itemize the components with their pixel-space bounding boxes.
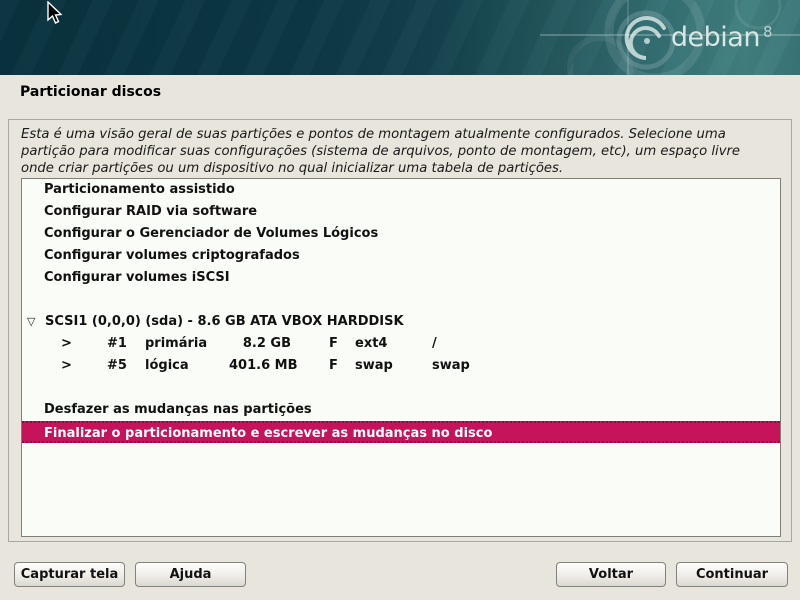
disk-label: SCSI1 (0,0,0) (sda) - 8.6 GB ATA VBOX HA… [45, 314, 404, 329]
debian-version: 8 [763, 23, 772, 41]
partition-size: 8.2 GB [229, 333, 291, 355]
screenshot-button[interactable]: Capturar tela [14, 562, 125, 587]
page-title: Particionar discos [20, 84, 161, 100]
list-item-partition-5[interactable]: >#5lógica401.6 MB Fswapswap [22, 355, 780, 377]
debian-logo-text: debian8 [671, 22, 772, 53]
list-spacer [22, 377, 780, 399]
partition-number: #5 [107, 355, 145, 377]
partition-flag: F [329, 333, 355, 355]
partition-mountpoint: / [432, 333, 437, 355]
list-item-undo-changes[interactable]: Desfazer as mudanças nas partições [22, 399, 780, 421]
list-item-raid[interactable]: Configurar RAID via software [22, 201, 780, 223]
list-item-finish-partitioning[interactable]: Finalizar o particionamento e escrever a… [22, 421, 780, 443]
partition-filesystem: ext4 [355, 333, 432, 355]
help-button[interactable]: Ajuda [135, 562, 246, 587]
step-description: Esta é uma visão geral de suas partições… [21, 126, 765, 177]
list-item-iscsi[interactable]: Configurar volumes iSCSI [22, 267, 780, 289]
expander-triangle-icon[interactable]: ▽ [27, 311, 45, 333]
partition-size: 401.6 MB [229, 355, 291, 377]
partition-number: #1 [107, 333, 145, 355]
list-item-lvm[interactable]: Configurar o Gerenciador de Volumes Lógi… [22, 223, 780, 245]
list-item-disk[interactable]: ▽SCSI1 (0,0,0) (sda) - 8.6 GB ATA VBOX H… [22, 311, 780, 333]
header-banner: debian8 [0, 0, 800, 75]
list-item-encrypted[interactable]: Configurar volumes criptografados [22, 245, 780, 267]
partition-type: primária [145, 333, 229, 355]
partition-mountpoint: swap [432, 355, 470, 377]
content-frame: Esta é uma visão geral de suas partições… [8, 119, 792, 542]
mouse-cursor [44, 1, 66, 27]
partition-marker-icon: > [61, 355, 107, 377]
partition-filesystem: swap [355, 355, 432, 377]
partition-marker-icon: > [61, 333, 107, 355]
partition-listbox[interactable]: Particionamento assistido Configurar RAI… [21, 178, 781, 537]
list-spacer [22, 289, 780, 311]
partition-type: lógica [145, 355, 229, 377]
partition-flag: F [329, 355, 355, 377]
list-item-guided-partitioning[interactable]: Particionamento assistido [22, 179, 780, 201]
list-item-partition-1[interactable]: >#1primária8.2 GB Fext4/ [22, 333, 780, 355]
continue-button[interactable]: Continuar [676, 562, 788, 587]
back-button[interactable]: Voltar [556, 562, 666, 587]
